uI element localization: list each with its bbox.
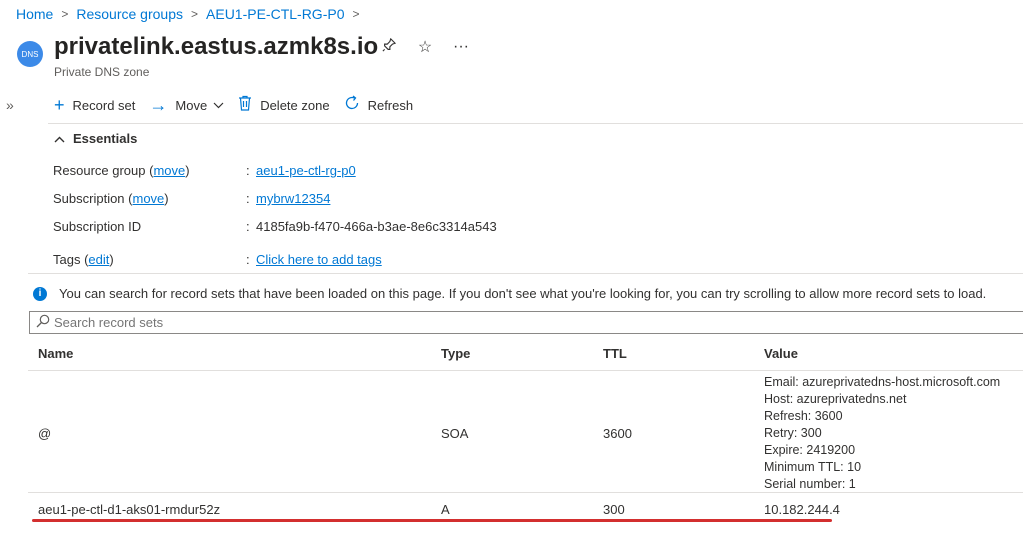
add-tags-link[interactable]: Click here to add tags (256, 252, 382, 267)
header-actions: ☆ ··· (380, 37, 470, 57)
delete-zone-button[interactable]: Delete zone (238, 95, 330, 115)
column-header-type[interactable]: Type (441, 346, 470, 361)
move-subscription-link[interactable]: move (133, 191, 165, 206)
plus-icon: + (54, 95, 65, 115)
breadcrumb-resource-groups[interactable]: Resource groups (76, 6, 183, 22)
table-row-a-value: 10.182.244.4 (764, 502, 840, 517)
divider (48, 123, 1023, 124)
table-row-soa-name[interactable]: @ (38, 426, 51, 441)
breadcrumb-separator: > (352, 7, 360, 21)
arrow-right-icon: → (149, 95, 168, 115)
info-banner: i You can search for record sets that ha… (33, 286, 986, 301)
star-icon[interactable]: ☆ (416, 37, 434, 57)
search-box[interactable] (29, 311, 1023, 334)
essentials-subscription: Subscription (move) : mybrw12354 (53, 191, 331, 206)
expand-sidebar-icon[interactable]: » (6, 97, 14, 113)
breadcrumb-separator: > (61, 7, 69, 21)
breadcrumb-home[interactable]: Home (16, 6, 53, 22)
table-row-a-name[interactable]: aeu1-pe-ctl-d1-aks01-rmdur52z (38, 502, 220, 517)
breadcrumb-separator: > (191, 7, 199, 21)
page-subtitle: Private DNS zone (54, 65, 150, 79)
subscription-link[interactable]: mybrw12354 (256, 191, 330, 206)
column-header-name[interactable]: Name (38, 346, 73, 361)
refresh-icon (344, 95, 360, 115)
search-input[interactable] (54, 315, 954, 330)
breadcrumb-resource-group[interactable]: AEU1-PE-CTL-RG-P0 (206, 6, 344, 22)
resource-group-link[interactable]: aeu1-pe-ctl-rg-p0 (256, 163, 356, 178)
info-icon: i (33, 286, 47, 301)
search-icon (36, 314, 50, 331)
subscription-id-value: 4185fa9b-f470-466a-b3ae-8e6c3314a543 (256, 219, 497, 234)
table-row-divider (28, 492, 1023, 493)
table-row-soa-type: SOA (441, 426, 469, 441)
info-message: You can search for record sets that have… (59, 286, 987, 301)
column-header-ttl[interactable]: TTL (603, 346, 627, 361)
highlight-annotation (32, 519, 832, 522)
essentials-tags: Tags (edit) : Click here to add tags (53, 252, 382, 267)
add-record-set-button[interactable]: + Record set (54, 95, 135, 115)
move-resource-group-link[interactable]: move (153, 163, 185, 178)
command-bar: + Record set → Move Delete zone Refresh (54, 95, 427, 115)
more-icon[interactable]: ··· (452, 38, 470, 56)
table-row-a-ttl: 300 (603, 502, 625, 517)
refresh-button[interactable]: Refresh (344, 95, 413, 115)
chevron-down-icon (213, 98, 224, 112)
breadcrumb: Home > Resource groups > AEU1-PE-CTL-RG-… (16, 6, 368, 22)
chevron-up-icon (54, 132, 65, 146)
column-header-value[interactable]: Value (764, 346, 798, 361)
table-header-divider (28, 370, 1023, 371)
table-row-a-type: A (441, 502, 450, 517)
essentials-resource-group: Resource group (move) : aeu1-pe-ctl-rg-p… (53, 163, 356, 178)
page-title: privatelink.eastus.azmk8s.io (54, 33, 379, 60)
essentials-toggle[interactable]: Essentials (54, 131, 137, 146)
move-button[interactable]: → Move (149, 95, 224, 115)
table-row-soa-value: Email: azureprivatedns-host.microsoft.co… (764, 375, 1001, 491)
divider (28, 273, 1023, 274)
dns-zone-icon: DNS (17, 41, 43, 67)
essentials-subscription-id: Subscription ID : 4185fa9b-f470-466a-b3a… (53, 219, 497, 234)
pin-icon[interactable] (380, 37, 398, 57)
trash-icon (238, 95, 252, 115)
edit-tags-link[interactable]: edit (88, 252, 109, 267)
table-row-soa-ttl: 3600 (603, 426, 632, 441)
